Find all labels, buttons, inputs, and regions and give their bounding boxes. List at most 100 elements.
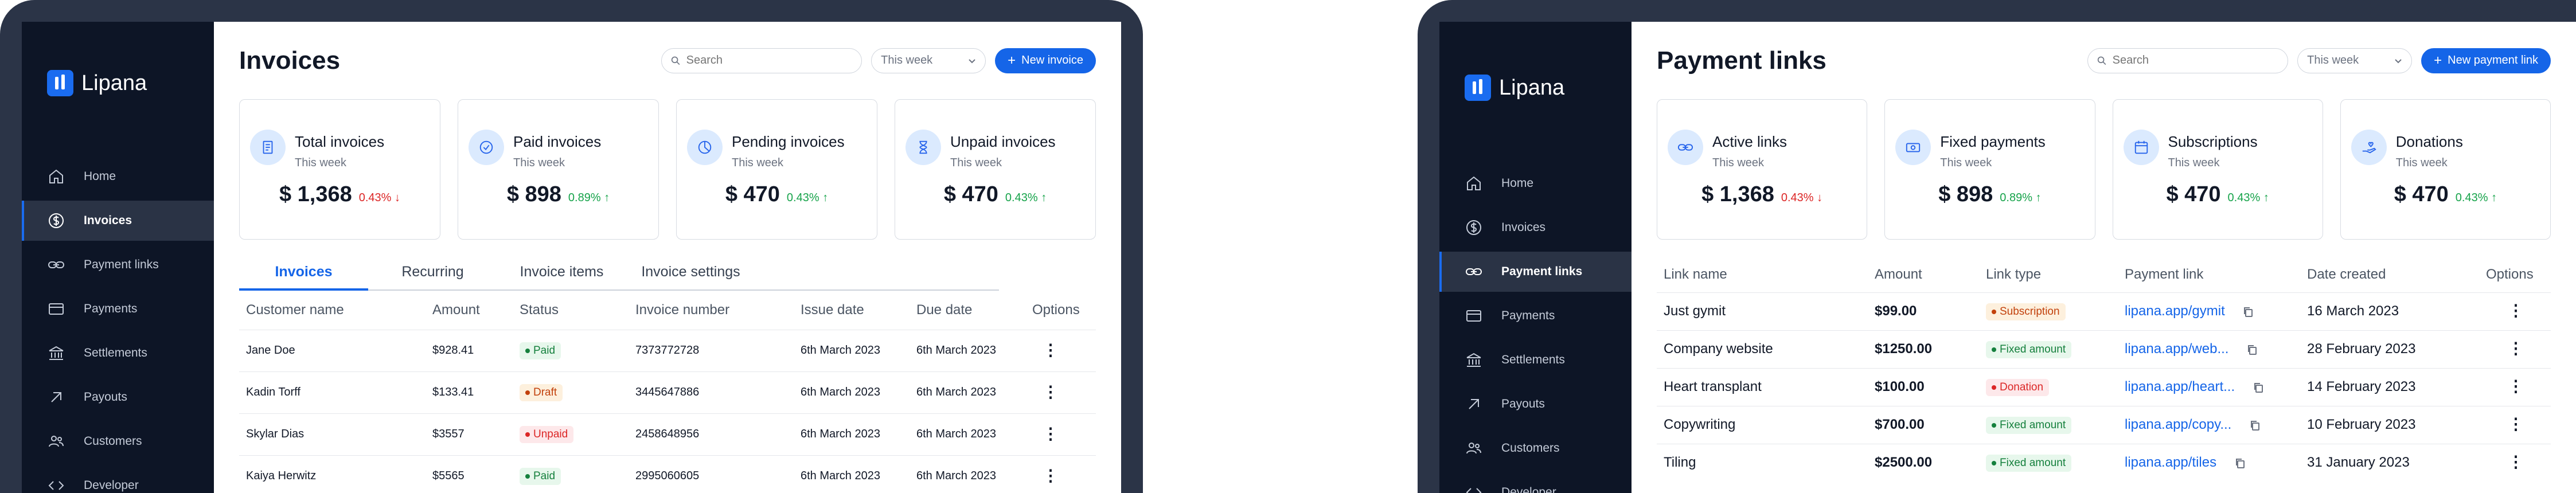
- period-select-value: This week: [881, 54, 933, 66]
- sidebar-item-label: Payouts: [84, 390, 127, 404]
- arrow-up-icon: ↑: [822, 191, 829, 204]
- table-row[interactable]: Jane Doe $928.41 Paid 7373772728 6th March 2…: [239, 329, 1096, 371]
- more-options-icon[interactable]: ⋮: [1043, 467, 1059, 484]
- period-select[interactable]: This week: [871, 48, 986, 73]
- stats-row: Active links This week $ 1,368 0.43% ↓ Fixed…: [1657, 99, 2551, 240]
- stat-value: $ 470: [2166, 182, 2221, 206]
- table-row[interactable]: Kadin Torff $133.41 Draft 3445647886 6th Mar…: [239, 371, 1096, 413]
- more-options-icon[interactable]: ⋮: [2508, 339, 2524, 357]
- sidebar-item-label: Payouts: [1501, 397, 1545, 410]
- column-header[interactable]: Invoice number: [629, 291, 794, 330]
- stat-value-row: $ 898 0.89% ↑: [1895, 182, 2084, 207]
- sidebar-item-payments[interactable]: Payments: [22, 289, 214, 329]
- copy-icon[interactable]: [2253, 379, 2264, 394]
- table-row[interactable]: Tiling $2500.00 Fixed amount lipana.app/til…: [1657, 443, 2551, 482]
- brand-name: Lipana: [81, 71, 147, 95]
- sidebar-item-developer[interactable]: Developer: [1439, 472, 1632, 493]
- brand-name: Lipana: [1499, 75, 1565, 100]
- tab-recurring[interactable]: Recurring: [368, 264, 497, 289]
- column-header[interactable]: Options: [2479, 257, 2551, 292]
- more-options-icon[interactable]: ⋮: [2508, 302, 2524, 319]
- payment-link[interactable]: lipana.app/copy...: [2125, 417, 2231, 432]
- due-date: 6th March 2023: [910, 329, 1025, 371]
- copy-icon[interactable]: [2249, 417, 2261, 432]
- new-invoice-button[interactable]: + New invoice: [995, 48, 1096, 73]
- bank-icon: [47, 344, 65, 362]
- sidebar-item-settlements[interactable]: Settlements: [22, 333, 214, 373]
- sidebar-item-customers[interactable]: Customers: [1439, 428, 1632, 468]
- stat-card: Paid invoices This week $ 898 0.89% ↑: [458, 99, 659, 240]
- sidebar-item-payments[interactable]: Payments: [1439, 296, 1632, 336]
- stat-card: Pending invoices This week $ 470 0.43% ↑: [676, 99, 877, 240]
- stat-change-value: 0.43%: [1781, 191, 1814, 204]
- table-row[interactable]: Skylar Dias $3557 Unpaid 2458648956 6th Marc…: [239, 413, 1096, 455]
- payment-link[interactable]: lipana.app/heart...: [2125, 379, 2235, 394]
- search-box[interactable]: [661, 48, 862, 73]
- copy-icon[interactable]: [2242, 303, 2254, 319]
- logo[interactable]: Lipana: [47, 70, 147, 96]
- customer-name: Jane Doe: [239, 329, 426, 371]
- column-header[interactable]: Link type: [1979, 257, 2118, 292]
- stat-value: $ 898: [1938, 182, 1993, 206]
- search-input[interactable]: [2112, 54, 2279, 67]
- period-select[interactable]: This week: [2297, 48, 2413, 73]
- sidebar-item-payouts[interactable]: Payouts: [1439, 384, 1632, 424]
- users-icon: [47, 432, 65, 451]
- more-options-icon[interactable]: ⋮: [1043, 425, 1059, 443]
- table-row[interactable]: Kaiya Herwitz $5565 Paid 2995060605 6th Marc…: [239, 455, 1096, 493]
- sidebar-item-invoices[interactable]: Invoices: [1439, 208, 1632, 248]
- search-input[interactable]: [686, 54, 853, 67]
- tab-invoice-items[interactable]: Invoice items: [497, 264, 626, 289]
- sidebar-item-home[interactable]: Home: [22, 156, 214, 197]
- more-options-icon[interactable]: ⋮: [2508, 453, 2524, 471]
- table-row[interactable]: Copywriting $700.00 Fixed amount lipana.app…: [1657, 405, 2551, 444]
- link-name: Tiling: [1657, 443, 1868, 482]
- topbar: Payment links This week + New payment li…: [1657, 22, 2551, 99]
- logo[interactable]: Lipana: [1465, 75, 1564, 101]
- sidebar-item-payment-links[interactable]: Payment links: [22, 245, 214, 285]
- sidebar-item-home[interactable]: Home: [1439, 163, 1632, 204]
- sidebar-item-developer[interactable]: Developer: [22, 465, 214, 493]
- table-row[interactable]: Just gymit $99.00 Subscription lipana.app/g…: [1657, 292, 2551, 330]
- sidebar-item-payment-links[interactable]: Payment links: [1439, 252, 1632, 292]
- payment-link[interactable]: lipana.app/web...: [2125, 341, 2228, 357]
- sidebar-item-settlements[interactable]: Settlements: [1439, 340, 1632, 380]
- column-header[interactable]: Payment link: [2118, 257, 2300, 292]
- column-header[interactable]: Options: [1025, 291, 1096, 330]
- table-row[interactable]: Heart transplant $100.00 Donation lipana.ap…: [1657, 367, 2551, 406]
- tab-invoices[interactable]: Invoices: [239, 264, 368, 291]
- arrow-up-icon: ↑: [2491, 191, 2497, 204]
- bank-icon: [1466, 353, 1481, 367]
- column-header[interactable]: Status: [513, 291, 629, 330]
- more-options-icon[interactable]: ⋮: [2508, 415, 2524, 433]
- sidebar-item-payouts[interactable]: Payouts: [22, 377, 214, 417]
- tab-invoice-settings[interactable]: Invoice settings: [626, 264, 755, 289]
- table-row[interactable]: Company website $1250.00 Fixed amount lipan…: [1657, 330, 2551, 368]
- home-icon: [1467, 176, 1481, 190]
- new-invoice-label: New invoice: [1021, 54, 1083, 66]
- chevron-down-icon: [2395, 58, 2402, 63]
- sidebar-item-invoices[interactable]: Invoices: [22, 201, 214, 241]
- copy-icon[interactable]: [2246, 341, 2258, 357]
- more-options-icon[interactable]: ⋮: [1043, 383, 1059, 401]
- column-header[interactable]: Amount: [1868, 257, 1979, 292]
- column-header[interactable]: Link name: [1657, 257, 1868, 292]
- payment-link[interactable]: lipana.app/gymit: [2125, 303, 2225, 319]
- status-badge: Unpaid: [520, 425, 574, 443]
- payment-link[interactable]: lipana.app/tiles: [2125, 455, 2216, 470]
- sidebar-item-customers[interactable]: Customers: [22, 421, 214, 461]
- more-options-icon[interactable]: ⋮: [1043, 341, 1059, 359]
- more-options-icon[interactable]: ⋮: [2508, 377, 2524, 395]
- column-header[interactable]: Date created: [2300, 257, 2479, 292]
- copy-icon[interactable]: [2234, 455, 2246, 470]
- column-header[interactable]: Issue date: [794, 291, 910, 330]
- column-header[interactable]: Amount: [426, 291, 513, 330]
- new-payment-link-button[interactable]: + New payment link: [2421, 48, 2551, 73]
- stat-change: 0.43% ↑: [2456, 191, 2497, 205]
- column-header[interactable]: Due date: [910, 291, 1025, 330]
- stat-period: This week: [732, 156, 784, 169]
- status-badge: Paid: [520, 467, 561, 485]
- column-header[interactable]: Customer name: [239, 291, 426, 330]
- status-cell: Unpaid: [513, 413, 629, 455]
- search-box[interactable]: [2087, 48, 2289, 73]
